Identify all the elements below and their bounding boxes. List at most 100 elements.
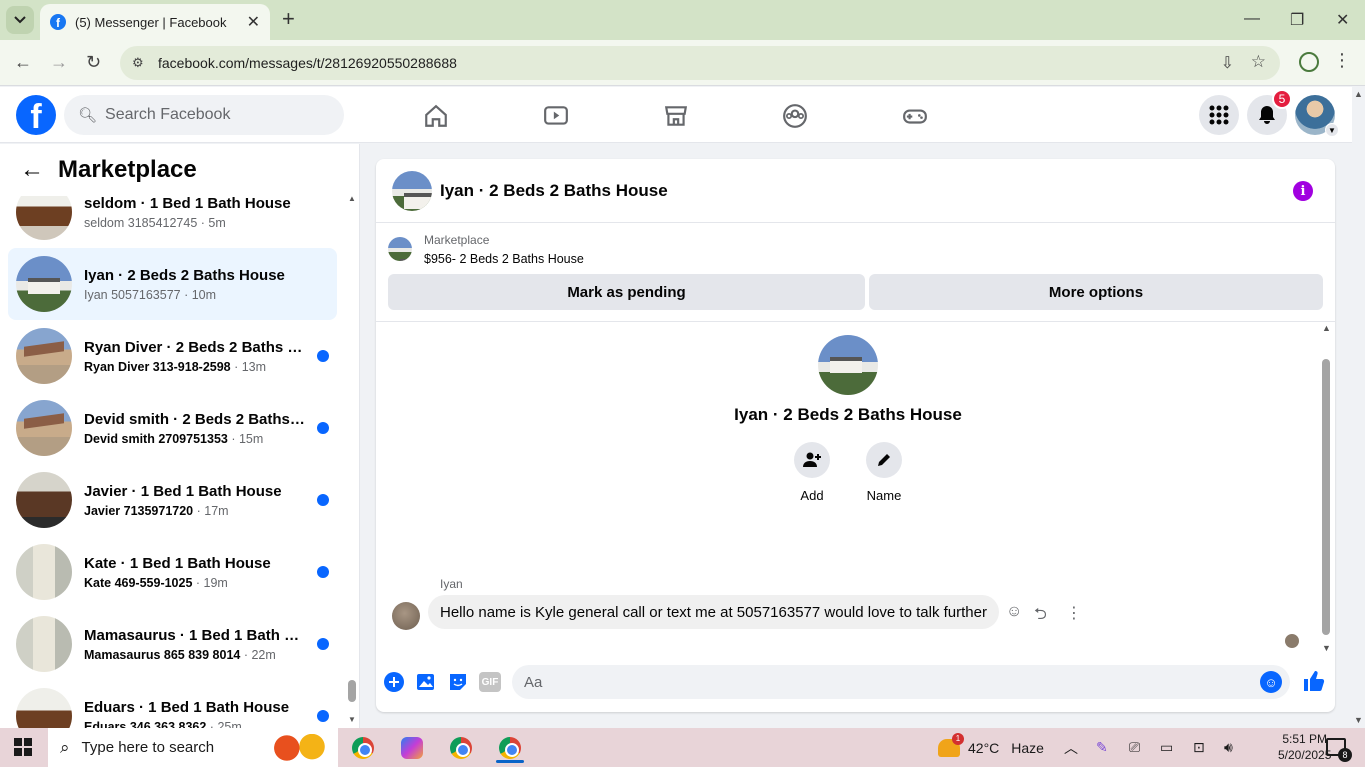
conversation-name: Devid smith · 2 Beds 2 Baths H... bbox=[84, 410, 306, 428]
reload-icon[interactable]: ↻ bbox=[86, 52, 101, 73]
scroll-up-icon[interactable]: ▲ bbox=[1322, 323, 1331, 333]
conversation-item[interactable]: Devid smith · 2 Beds 2 Baths H... Devid s… bbox=[8, 392, 337, 464]
url-text[interactable]: facebook.com/messages/t/2812692055028868… bbox=[158, 55, 457, 71]
account-avatar[interactable]: ▼ bbox=[1295, 95, 1339, 137]
chat-scrollbar[interactable]: ▲ ▼ bbox=[1320, 323, 1334, 653]
weather-desc: Haze bbox=[1011, 739, 1044, 756]
message-input[interactable] bbox=[524, 673, 1244, 691]
conversation-item[interactable]: Ryan Diver · 2 Beds 2 Baths Ho... Ryan Di… bbox=[8, 320, 337, 392]
more-options-button[interactable]: More options bbox=[869, 274, 1323, 310]
facebook-search-input[interactable] bbox=[105, 106, 326, 124]
taskbar-clock[interactable]: 5:51 PM 5/20/2025 bbox=[1278, 731, 1331, 763]
conversation-contact: Kate 469-559-1025 bbox=[84, 575, 193, 590]
browser-profile-icon[interactable] bbox=[1299, 52, 1319, 72]
facebook-logo-icon[interactable]: f bbox=[16, 95, 56, 135]
sticker-icon[interactable] bbox=[447, 671, 469, 693]
volume-icon[interactable]: 🔊︎ bbox=[1224, 728, 1233, 767]
pencil-icon bbox=[878, 454, 890, 466]
sender-avatar[interactable] bbox=[392, 602, 420, 630]
list-scrollbar[interactable]: ▲ ▼ bbox=[345, 194, 359, 724]
meet-now-icon[interactable]: ⎚ bbox=[1129, 728, 1140, 767]
photo-icon[interactable] bbox=[415, 671, 437, 693]
conversation-item[interactable]: Mamasaurus · 1 Bed 1 Bath Ho... Mamasauru… bbox=[8, 608, 337, 680]
gif-icon[interactable]: GIF bbox=[479, 672, 501, 692]
battery-icon[interactable]: ▭ bbox=[1160, 728, 1173, 767]
search-icon: 🔍︎ bbox=[78, 107, 98, 124]
tab-close-icon[interactable]: ✕ bbox=[247, 12, 260, 32]
omnibox[interactable]: ⚙ facebook.com/messages/t/28126920550288… bbox=[120, 46, 1280, 80]
plus-icon[interactable] bbox=[383, 671, 405, 693]
notification-center-icon[interactable]: 8 bbox=[1326, 738, 1352, 762]
home-icon[interactable] bbox=[421, 101, 451, 131]
conversation-thumbnail bbox=[16, 544, 72, 600]
taskbar-search[interactable]: ⌕ Type here to search bbox=[48, 728, 338, 767]
message-input-box[interactable]: ☺ bbox=[512, 665, 1290, 699]
back-arrow-icon[interactable]: ← bbox=[14, 52, 32, 73]
chat-title[interactable]: Iyan · 2 Beds 2 Baths House bbox=[440, 181, 668, 201]
install-app-icon[interactable]: ⇩ bbox=[1221, 53, 1234, 73]
copilot-taskbar-icon[interactable] bbox=[392, 732, 432, 763]
facebook-search[interactable]: 🔍︎ bbox=[64, 95, 344, 135]
listing-summary[interactable]: Marketplace $956- 2 Beds 2 Baths House bbox=[388, 233, 584, 266]
conversation-item[interactable]: Javier · 1 Bed 1 Bath House Javier 713597… bbox=[8, 464, 337, 536]
minimize-button[interactable]: — bbox=[1244, 10, 1260, 28]
chevron-up-icon[interactable]: ︿ bbox=[1064, 728, 1078, 767]
forward-arrow-icon[interactable]: → bbox=[50, 52, 68, 73]
edit-name-button[interactable]: Name bbox=[854, 442, 914, 503]
info-icon[interactable]: i bbox=[1293, 181, 1313, 201]
scroll-up-icon[interactable]: ▲ bbox=[348, 194, 356, 203]
gaming-icon[interactable] bbox=[900, 101, 930, 131]
chrome-taskbar-icon[interactable] bbox=[343, 732, 383, 763]
chat-avatar[interactable] bbox=[392, 170, 432, 211]
browser-tab[interactable]: f (5) Messenger | Facebook ✕ bbox=[40, 4, 270, 40]
groups-icon[interactable] bbox=[780, 101, 810, 131]
scroll-up-icon[interactable]: ▲ bbox=[1354, 89, 1363, 99]
conversation-name: Kate · 1 Bed 1 Bath House bbox=[84, 554, 271, 572]
back-arrow-icon[interactable]: ← bbox=[20, 156, 44, 184]
weather-temp: 42°C bbox=[968, 739, 1000, 756]
message-bubble[interactable]: Hello name is Kyle general call or text … bbox=[428, 595, 999, 629]
chrome-taskbar-icon-2[interactable] bbox=[441, 732, 481, 763]
maximize-button[interactable]: ❐ bbox=[1290, 10, 1304, 30]
window-close-button[interactable]: ✕ bbox=[1336, 10, 1349, 30]
pen-icon[interactable]: ✎ bbox=[1096, 728, 1108, 767]
scroll-down-icon[interactable]: ▼ bbox=[348, 715, 356, 724]
menu-grid-button[interactable] bbox=[1199, 95, 1239, 135]
emoji-icon[interactable]: ☺ bbox=[1260, 671, 1282, 693]
chrome-taskbar-icon-active[interactable] bbox=[490, 732, 530, 763]
browser-menu-icon[interactable]: ⋮ bbox=[1333, 50, 1351, 71]
chat-header[interactable]: Iyan · 2 Beds 2 Baths House bbox=[376, 159, 1335, 223]
react-smiley-icon[interactable]: ☺ bbox=[1006, 603, 1022, 621]
bookmark-star-icon[interactable]: ☆ bbox=[1251, 52, 1266, 72]
mark-as-pending-button[interactable]: Mark as pending bbox=[388, 274, 865, 310]
conversation-item[interactable]: Iyan · 2 Beds 2 Baths House Iyan 50571635… bbox=[8, 248, 337, 320]
like-thumb-icon[interactable] bbox=[1301, 668, 1327, 694]
conversation-thumbnail bbox=[16, 472, 72, 528]
clock-time: 5:51 PM bbox=[1282, 732, 1328, 746]
network-icon[interactable]: ⊡ bbox=[1193, 728, 1205, 767]
chat-panel: Iyan · 2 Beds 2 Baths House i Marketplac… bbox=[376, 159, 1335, 712]
conversation-item[interactable]: Eduars · 1 Bed 1 Bath House Eduars 346 36… bbox=[8, 680, 337, 728]
site-info-icon[interactable]: ⚙ bbox=[132, 55, 150, 71]
weather-alert-badge: 1 bbox=[952, 732, 964, 745]
reply-icon[interactable]: ⮌ bbox=[1034, 603, 1047, 630]
page-scrollbar[interactable]: ▲ ▼ bbox=[1352, 87, 1365, 727]
conversation-info: Ryan Diver · 2 Beds 2 Baths Ho... Ryan Di… bbox=[84, 339, 306, 374]
listing-thumbnail bbox=[388, 237, 412, 261]
chevron-down-icon bbox=[14, 16, 26, 24]
windows-start-icon[interactable] bbox=[14, 738, 32, 756]
scroll-thumb[interactable] bbox=[1322, 359, 1330, 635]
conversation-info: Devid smith · 2 Beds 2 Baths H... Devid s… bbox=[84, 411, 306, 446]
new-tab-button[interactable]: + bbox=[282, 8, 295, 30]
tab-search-button[interactable] bbox=[6, 6, 34, 34]
marketplace-icon[interactable] bbox=[661, 101, 691, 131]
more-actions-icon[interactable]: ⋮ bbox=[1066, 603, 1082, 623]
video-icon[interactable] bbox=[541, 101, 571, 131]
scroll-down-icon[interactable]: ▼ bbox=[1354, 715, 1363, 725]
conversation-thumbnail bbox=[16, 616, 72, 672]
scroll-down-icon[interactable]: ▼ bbox=[1322, 643, 1331, 653]
add-people-button[interactable]: Add bbox=[782, 442, 842, 503]
conversation-item[interactable]: Kate · 1 Bed 1 Bath House Kate 469-559-10… bbox=[8, 536, 337, 608]
scroll-thumb[interactable] bbox=[348, 680, 356, 702]
weather-widget[interactable]: 1 42°C Haze bbox=[938, 728, 1044, 767]
